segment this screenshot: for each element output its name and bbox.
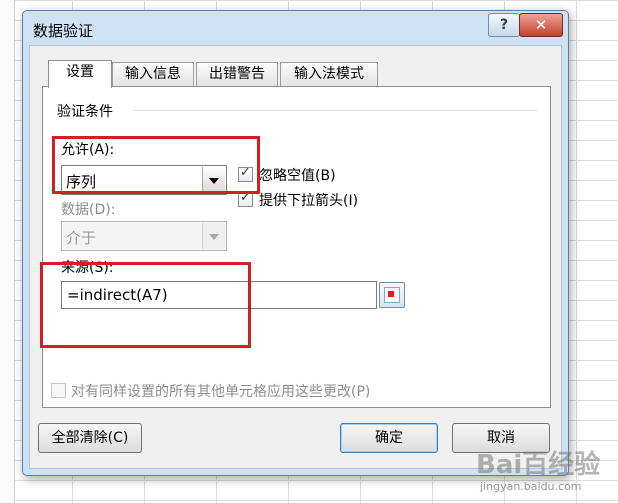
tab-input-message[interactable]: 输入信息 (112, 62, 194, 86)
title-bar[interactable]: 数据验证 ? ✕ (23, 11, 568, 45)
data-select-value: 介于 (66, 229, 97, 247)
ignore-blank-checkbox[interactable] (238, 165, 253, 182)
apply-all-checkbox[interactable] (51, 383, 66, 398)
watermark-url: jingyan.baidu.com (480, 480, 582, 493)
dialog-title: 数据验证 (33, 22, 94, 40)
ignore-blank-label[interactable]: 忽略空值(B) (259, 165, 336, 185)
dropdown-arrow-checkbox[interactable] (238, 190, 253, 207)
source-input[interactable]: =indirect(A7) (61, 281, 377, 309)
help-button[interactable]: ? (488, 13, 520, 37)
data-select[interactable]: 介于 (61, 221, 227, 251)
close-icon: ✕ (534, 16, 548, 34)
tab-ime-mode[interactable]: 输入法模式 (280, 62, 378, 86)
allow-select-value: 序列 (66, 173, 97, 191)
allow-label: 允许(A): (61, 142, 115, 158)
clear-all-button[interactable]: 全部清除(C) (38, 423, 142, 453)
ok-button[interactable]: 确定 (340, 423, 438, 453)
dropdown-arrow-label[interactable]: 提供下拉箭头(I) (259, 190, 358, 210)
data-label: 数据(D): (61, 202, 116, 218)
settings-panel: 验证条件 允许(A): 序列 数据(D): 介于 忽略空值(B) 提供下拉箭头(… (42, 86, 551, 408)
dialog-body: 设置 输入信息 出错警告 输入法模式 验证条件 允许(A): 序列 数据(D):… (29, 45, 562, 469)
chevron-down-icon[interactable] (202, 167, 225, 193)
chevron-down-icon[interactable] (202, 223, 225, 249)
watermark: Bai百经验 jingyan.baidu.com (470, 440, 618, 503)
tab-settings[interactable]: 设置 (48, 60, 112, 88)
range-selector-button[interactable] (379, 282, 405, 308)
watermark-logo: Bai百经验 (476, 450, 601, 480)
apply-all-label: 对有同样设置的所有其他单元格应用这些更改(P) (71, 384, 371, 400)
data-validation-dialog: 数据验证 ? ✕ 设置 输入信息 出错警告 输入法模式 验证条件 允许(A): … (22, 10, 569, 476)
source-label: 来源(S): (61, 260, 114, 276)
help-icon: ? (499, 17, 509, 33)
worksheet-row-edge (0, 0, 15, 503)
validation-criteria-heading: 验证条件 (57, 104, 113, 120)
group-divider (133, 110, 538, 111)
source-input-value: =indirect(A7) (67, 286, 168, 304)
allow-select[interactable]: 序列 (61, 165, 227, 195)
close-button[interactable]: ✕ (519, 13, 563, 37)
tab-error-alert[interactable]: 出错警告 (196, 62, 278, 86)
selection-marker-icon (388, 291, 394, 297)
